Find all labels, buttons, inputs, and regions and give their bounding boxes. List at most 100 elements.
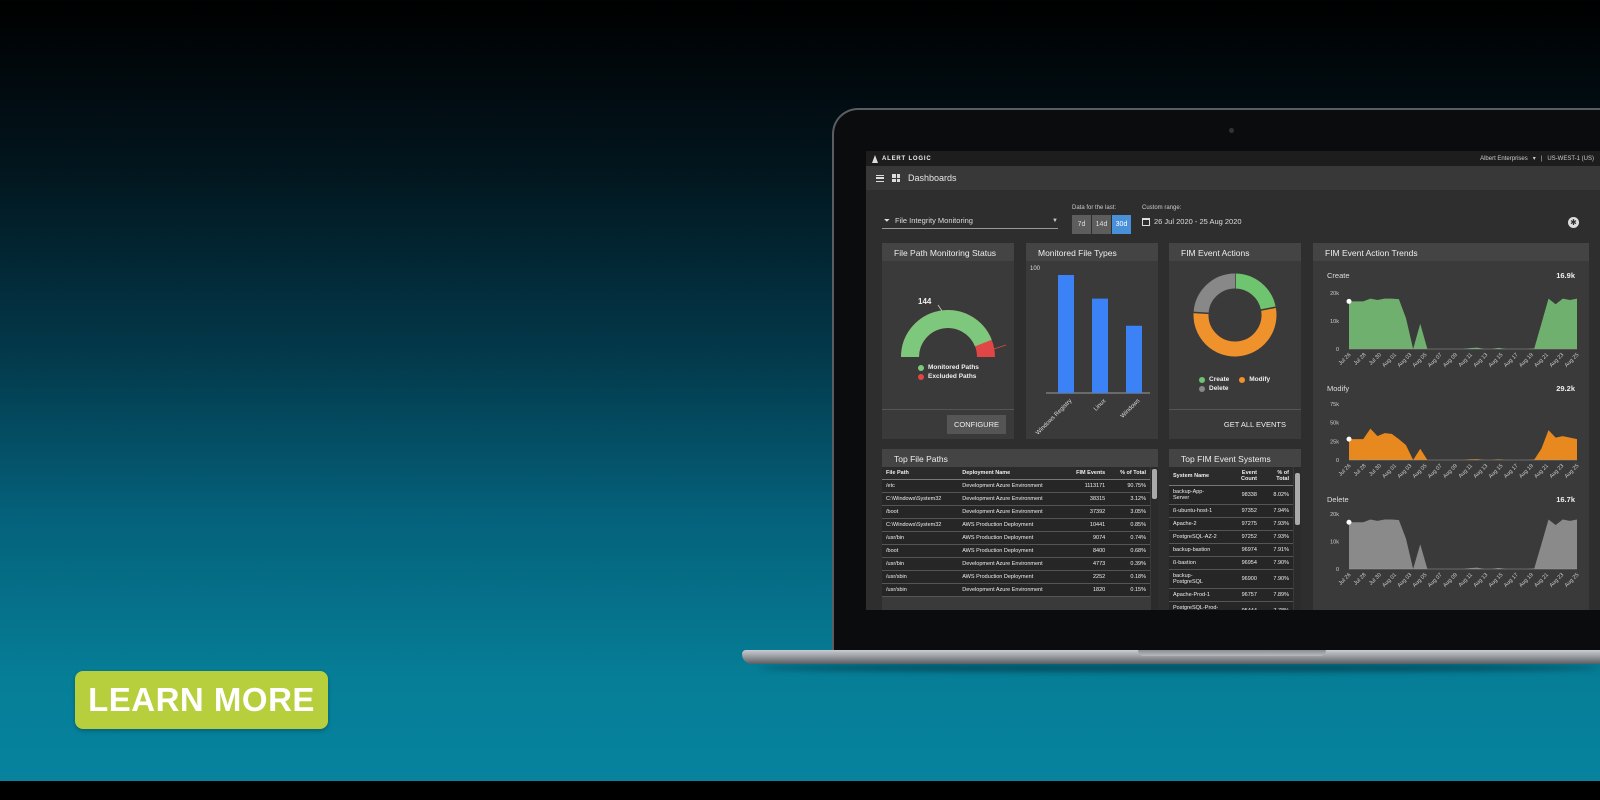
configure-button[interactable]: CONFIGURE — [947, 415, 1006, 434]
donut-chart — [1193, 273, 1277, 357]
bar-label-0: Windows Registry — [1035, 398, 1073, 436]
table-cell: 1113171 — [1064, 479, 1110, 493]
donut-slice-delete — [1193, 273, 1236, 314]
brand-logo[interactable]: ALERT LOGIC — [872, 154, 931, 163]
gauge-legend: Monitored Paths Excluded Paths — [918, 364, 979, 382]
column-header[interactable]: File Path — [882, 467, 959, 480]
y-tick-label: 0 — [1336, 567, 1339, 573]
table-cell: PostgreSQL-Prod-1 — [1169, 601, 1224, 610]
dashboard-icon — [892, 174, 900, 182]
scrollbar[interactable] — [1294, 467, 1301, 610]
y-tick-label: 20k — [1330, 512, 1339, 518]
x-tick-label: Aug 09 — [1442, 352, 1459, 369]
table-row[interactable]: Apache-Prod-1 96757 7.89% — [1169, 588, 1293, 602]
column-header[interactable]: FIM Events — [1064, 467, 1110, 480]
trend-charts: Create 16.9k20k10k0Jul 26 Jul 28 Jul 30Aug … — [1327, 271, 1580, 589]
x-tick-label: Aug 11 — [1458, 572, 1474, 588]
column-header[interactable]: Deployment Name — [958, 467, 1065, 480]
table-row[interactable]: PostgreSQL-Prod-1954447.78% — [1169, 601, 1293, 610]
table-row[interactable]: /boot Development Azure Environment 37392 3… — [882, 505, 1150, 519]
trend-total-create: 16.9k — [1556, 271, 1576, 280]
laptop-shadow — [760, 664, 1600, 672]
trend-area-modify — [1349, 428, 1577, 460]
x-tick-label: Aug 09 — [1442, 572, 1459, 589]
trend-start-point — [1346, 298, 1352, 304]
table-cell: backup-App-Server — [1169, 485, 1224, 505]
table-cell: Development Azure Environment — [958, 492, 1065, 506]
table-cell: 7.78% — [1260, 601, 1293, 610]
card-title: FIM Event Actions — [1169, 243, 1301, 261]
bar-chart: 100 Windows Registry Linux Windows — [1030, 266, 1150, 436]
table-row[interactable]: C:\Windows\System32 Development Azure Env… — [882, 492, 1150, 506]
trend-name-modify: Modify — [1327, 384, 1349, 393]
table-row[interactable]: /boot AWS Production Deployment 8400 0.68% — [882, 544, 1150, 558]
x-tick-label: Aug 07 — [1427, 463, 1444, 480]
x-tick-label: Jul 26 — [1338, 352, 1353, 367]
range-button-14d[interactable]: 14d — [1092, 215, 1111, 234]
x-tick-label: Aug 03 — [1397, 572, 1414, 589]
scroll-thumb[interactable] — [1152, 469, 1157, 499]
table-cell: Development Azure Environment — [958, 583, 1065, 597]
donut-legend: Create Modify Delete — [1199, 376, 1270, 394]
chevron-down-icon[interactable]: ▾ — [1533, 155, 1536, 162]
range-button-30d[interactable]: 30d — [1112, 215, 1131, 234]
table-cell: 1820 — [1064, 583, 1110, 597]
table-row[interactable]: backup-bastion 96974 7.91% — [1169, 543, 1293, 557]
camera-dot — [1229, 128, 1234, 133]
x-tick-label: Aug 11 — [1458, 352, 1474, 368]
table-cell: 8.02% — [1260, 485, 1293, 505]
card-title: Top FIM Event Systems — [1169, 449, 1301, 467]
table-row[interactable]: /usr/bin Development Azure Environment 477… — [882, 557, 1150, 571]
card-footer: GET ALL EVENTS — [1169, 409, 1301, 439]
x-tick-label: Aug 01 — [1381, 352, 1398, 369]
table-row[interactable]: ß-ubuntu-host-1 97352 7.94% — [1169, 504, 1293, 518]
table-cell: backup-bastion — [1169, 543, 1224, 557]
table-row[interactable]: Apache-2 97275 7.93% — [1169, 517, 1293, 531]
table-row[interactable]: /usr/sbin Development Azure Environment 18… — [882, 583, 1150, 597]
range-button-7d[interactable]: 7d — [1072, 215, 1091, 234]
table-row[interactable]: C:\Windows\System32 AWS Production Deploy… — [882, 518, 1150, 532]
dashboard-select[interactable]: ⏷ File Integrity Monitoring ▼ — [882, 213, 1058, 229]
table-cell: AWS Production Deployment — [958, 570, 1065, 584]
y-tick-label: 75k — [1330, 402, 1339, 408]
table-cell: ß-ubuntu-host-1 — [1169, 504, 1224, 518]
table-cell: 96974 — [1223, 543, 1261, 557]
x-tick-label: Aug 17 — [1503, 463, 1520, 480]
table-row[interactable]: /usr/bin AWS Production Deployment 9074 0.7… — [882, 531, 1150, 545]
scroll-thumb[interactable] — [1295, 473, 1300, 525]
table-cell: 96900 — [1223, 569, 1261, 589]
settings-icon[interactable]: ✱ — [1568, 217, 1579, 228]
org-selector[interactable]: Albert Enterprises — [1480, 156, 1528, 162]
table-cell: 38315 — [1064, 492, 1110, 506]
alert-logic-logo-icon — [872, 154, 879, 163]
table-row[interactable]: backup-PostgreSQL 96900 7.90% — [1169, 569, 1293, 589]
table-cell: 7.94% — [1260, 504, 1293, 518]
legend-create: Create — [1209, 376, 1230, 383]
learn-more-button[interactable]: LEARN MORE — [75, 671, 328, 729]
table-cell: 95444 — [1223, 601, 1261, 610]
x-tick-label: Aug 17 — [1503, 352, 1520, 369]
table-row[interactable]: PostgreSQL-AZ-2 97252 7.93% — [1169, 530, 1293, 544]
column-header[interactable]: % of Total — [1260, 467, 1293, 486]
y-tick-label: 20k — [1330, 291, 1339, 297]
y-tick-label: 50k — [1330, 421, 1339, 427]
top-paths-card: Top File Paths File Path Deployment Name F… — [882, 449, 1158, 610]
dashboard-select-value: File Integrity Monitoring — [895, 216, 973, 225]
menu-icon[interactable] — [876, 174, 884, 182]
table-row[interactable]: /etc Development Azure Environment 1113171… — [882, 479, 1150, 493]
card-title: Top File Paths — [882, 449, 1158, 467]
column-header[interactable]: Event Count — [1223, 467, 1261, 486]
table-row[interactable]: ß-bastion 96954 7.90% — [1169, 556, 1293, 570]
column-header[interactable]: % of Total — [1109, 467, 1150, 480]
table-row[interactable]: /usr/sbin AWS Production Deployment 2252 0.… — [882, 570, 1150, 584]
scrollbar[interactable] — [1151, 467, 1158, 610]
get-all-events-button[interactable]: GET ALL EVENTS — [1217, 415, 1293, 434]
x-tick-label: Aug 15 — [1488, 463, 1505, 480]
custom-range-picker[interactable]: 26 Jul 2020 - 25 Aug 2020 — [1142, 217, 1242, 226]
region-selector[interactable]: US-WEST-1 (US) — [1547, 156, 1594, 162]
legend-modify: Modify — [1249, 376, 1271, 383]
column-header[interactable]: System Name — [1169, 467, 1224, 486]
divider: | — [1540, 155, 1543, 162]
table-row[interactable]: backup-App-Server 98338 8.02% — [1169, 485, 1293, 505]
range-buttons: 7d 14d 30d — [1072, 215, 1131, 234]
